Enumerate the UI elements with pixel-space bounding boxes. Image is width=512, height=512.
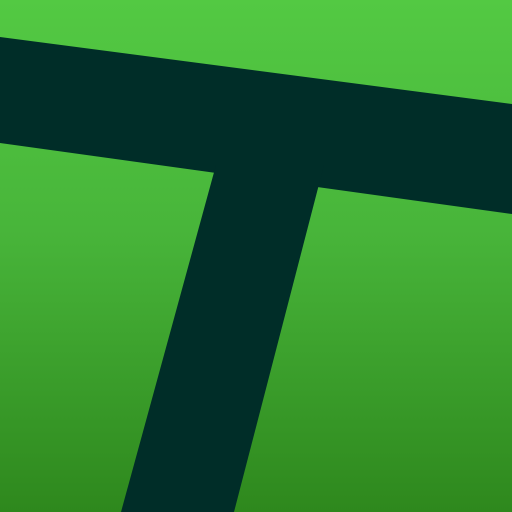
app-icon xyxy=(0,0,512,512)
app-icon-graphic xyxy=(0,0,512,512)
